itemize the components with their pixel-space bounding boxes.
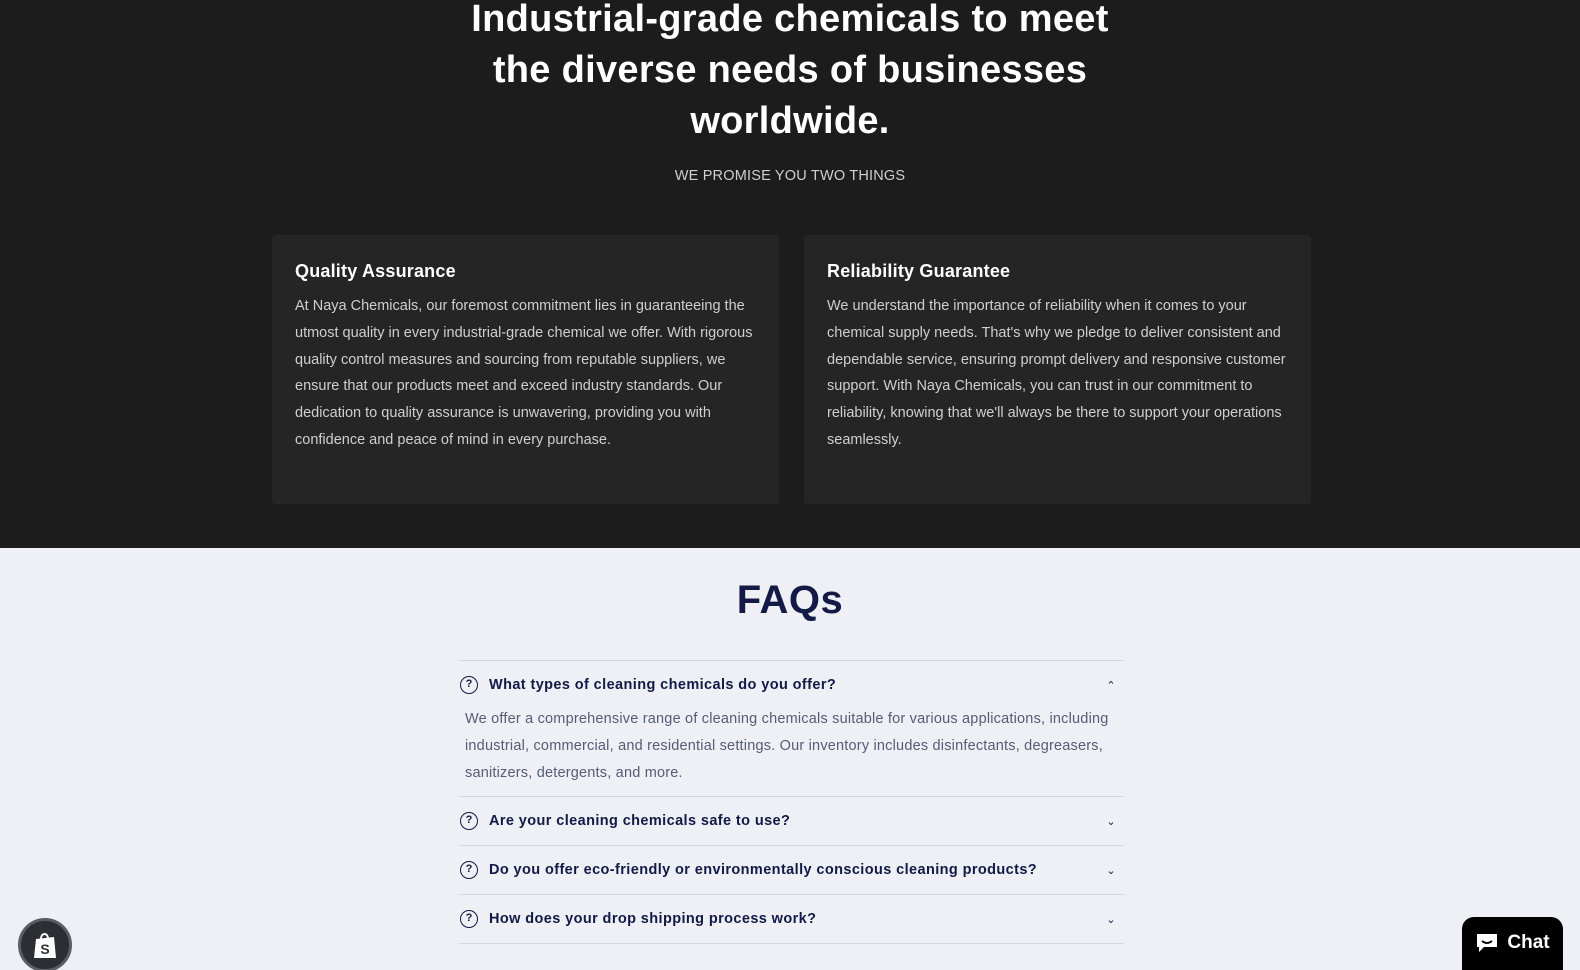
- card-body: At Naya Chemicals, our foremost commitme…: [295, 298, 753, 448]
- chevron-down-icon: ⌄: [1106, 815, 1116, 828]
- faq-question: Do you offer eco-friendly or environment…: [489, 862, 1038, 879]
- faq-item-partial: [459, 943, 1124, 963]
- hero-title: Industrial-grade chemicals to meet the d…: [471, 0, 1109, 142]
- hero-subtitle: WE PROMISE YOU TWO THINGS: [674, 168, 906, 184]
- question-circle-icon: ?: [460, 676, 478, 694]
- svg-text:S: S: [40, 941, 49, 957]
- chevron-down-icon: ⌄: [1106, 864, 1116, 877]
- quality-assurance-card: Quality Assurance At Naya Chemicals, our…: [272, 235, 779, 504]
- reliability-guarantee-card: Reliability Guarantee We understand the …: [804, 235, 1311, 504]
- shopify-bag-icon: S: [34, 933, 56, 958]
- promise-section: Industrial-grade chemicals to meet the d…: [0, 0, 1580, 548]
- question-circle-icon: ?: [460, 861, 478, 880]
- faq-question: How does your drop shipping process work…: [489, 911, 817, 928]
- faq-item: ? How does your drop shipping process wo…: [459, 894, 1124, 943]
- shop-app-button[interactable]: S: [18, 918, 72, 970]
- chevron-down-icon: ⌄: [1106, 913, 1116, 926]
- faq-question-toggle[interactable]: ? What types of cleaning chemicals do yo…: [459, 661, 1124, 709]
- chevron-up-icon: ⌃: [1106, 679, 1116, 692]
- faq-question-toggle[interactable]: ? Do you offer eco-friendly or environme…: [459, 846, 1124, 894]
- faq-item: ? Do you offer eco-friendly or environme…: [459, 845, 1124, 894]
- faq-accordion: ? What types of cleaning chemicals do yo…: [459, 660, 1124, 963]
- faq-question: What types of cleaning chemicals do you …: [489, 677, 837, 693]
- card-title: Quality Assurance: [295, 261, 456, 281]
- chat-bubble-icon: [1477, 934, 1498, 952]
- question-circle-icon: ?: [460, 812, 478, 831]
- faq-question-toggle[interactable]: ? How does your drop shipping process wo…: [459, 895, 1124, 943]
- chat-button[interactable]: Chat: [1462, 917, 1563, 970]
- faq-item: ? What types of cleaning chemicals do yo…: [459, 660, 1124, 796]
- faq-title: FAQs: [736, 578, 844, 622]
- card-body: We understand the importance of reliabil…: [827, 298, 1286, 448]
- faq-item: ? Are your cleaning chemicals safe to us…: [459, 796, 1124, 845]
- faq-question-toggle[interactable]: ? Are your cleaning chemicals safe to us…: [459, 797, 1124, 845]
- faq-question: Are your cleaning chemicals safe to use?: [489, 813, 791, 830]
- card-title: Reliability Guarantee: [827, 261, 1011, 281]
- faq-answer: We offer a comprehensive range of cleani…: [465, 711, 1109, 781]
- chat-label: Chat: [1507, 932, 1550, 953]
- question-circle-icon: ?: [460, 910, 478, 929]
